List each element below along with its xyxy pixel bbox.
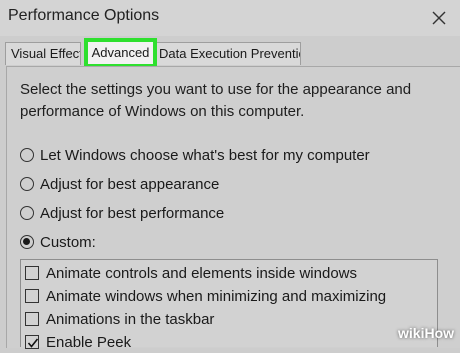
list-item-label: Animate controls and elements inside win… [46, 264, 357, 282]
list-item[interactable]: Animations in the taskbar [25, 308, 214, 330]
radio-label: Custom: [40, 233, 96, 251]
checkbox[interactable] [25, 289, 39, 303]
checkbox[interactable] [25, 266, 39, 280]
close-button[interactable] [420, 2, 458, 34]
radio-button[interactable] [20, 177, 34, 191]
list-item-label: Enable Peek [46, 333, 132, 351]
tab-advanced[interactable]: Advanced [84, 38, 157, 68]
radio-button[interactable] [20, 206, 34, 220]
radio-button[interactable] [20, 148, 34, 162]
radio-label: Adjust for best performance [40, 204, 225, 222]
tab-data-execution-prevention[interactable]: Data Execution Prevention [150, 42, 301, 65]
radio-label: Adjust for best appearance [40, 175, 220, 193]
visual-effects-list[interactable]: Animate controls and elements inside win… [20, 259, 438, 351]
list-item-label: Animate windows when minimizing and maxi… [46, 287, 387, 305]
radio-best-appearance[interactable]: Adjust for best appearance [20, 173, 219, 195]
watermark-wiki: wiki [398, 325, 425, 341]
checkmark-icon [27, 338, 39, 348]
list-item[interactable]: Enable Peek [25, 331, 131, 353]
watermark-how: How [424, 325, 455, 341]
radio-best-performance[interactable]: Adjust for best performance [20, 202, 224, 224]
radio-button-checked[interactable] [20, 235, 34, 249]
wikihow-watermark: wikiHow [398, 325, 454, 341]
title-bar: Performance Options [0, 0, 460, 36]
tab-visual-effects[interactable]: Visual Effects [5, 42, 81, 65]
close-icon [432, 11, 446, 25]
checkbox[interactable] [25, 312, 39, 326]
panel-description: Select the settings you want to use for … [20, 81, 412, 120]
radio-label: Let Windows choose what's best for my co… [40, 146, 370, 164]
radio-let-windows-choose[interactable]: Let Windows choose what's best for my co… [20, 144, 370, 166]
list-item-label: Animations in the taskbar [46, 310, 215, 328]
list-item[interactable]: Animate windows when minimizing and maxi… [25, 285, 386, 307]
tab-strip: Visual Effects Data Execution Prevention… [0, 38, 460, 68]
list-item[interactable]: Animate controls and elements inside win… [25, 262, 357, 284]
window-title: Performance Options [8, 7, 160, 24]
radio-custom[interactable]: Custom: [20, 231, 96, 253]
